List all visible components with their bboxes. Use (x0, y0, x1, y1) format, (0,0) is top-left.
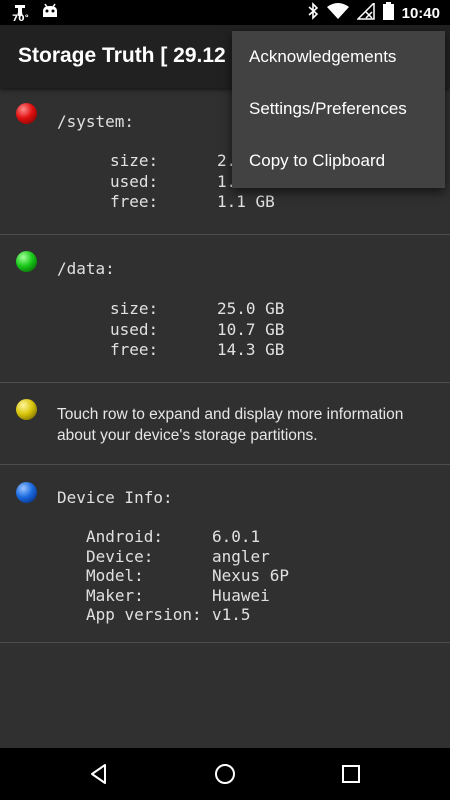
back-icon[interactable] (87, 762, 111, 786)
red-ball-icon (16, 103, 37, 124)
info-app-version: App version: v1.5 (86, 605, 251, 624)
row-title: Device Info: (57, 488, 173, 507)
bluetooth-icon (307, 2, 319, 25)
temperature-label: 70° (12, 13, 30, 24)
recents-icon[interactable] (339, 762, 363, 786)
row-device-info[interactable]: Device Info: Android: 6.0.1 Device: angl… (0, 465, 450, 643)
android-icon (42, 3, 58, 24)
thermometer-icon: 70° (12, 4, 30, 24)
hint-text: Touch row to expand and display more inf… (57, 406, 404, 444)
home-icon[interactable] (213, 762, 237, 786)
menu-item-settings[interactable]: Settings/Preferences (232, 83, 445, 135)
wifi-icon (326, 2, 349, 25)
yellow-ball-icon (16, 399, 37, 420)
menu-item-acknowledgements[interactable]: Acknowledgements (232, 31, 445, 83)
battery-icon (382, 2, 394, 25)
menu-item-copy-to-clipboard[interactable]: Copy to Clipboard (232, 135, 445, 187)
stat-used: used: 10.7 GB (110, 319, 285, 339)
navigation-bar (0, 748, 450, 800)
row-hint[interactable]: Touch row to expand and display more inf… (0, 383, 450, 465)
stat-free: free: 1.1 GB (110, 192, 275, 211)
info-maker: Maker: Huawei (86, 585, 270, 605)
device-info-block: Android: 6.0.1 Device: angler Model: Nex… (86, 527, 289, 625)
row-title: /data: (57, 259, 115, 278)
green-ball-icon (16, 251, 37, 272)
info-model: Model: Nexus 6P (86, 566, 290, 585)
overflow-menu: Acknowledgements Settings/Preferences Co… (232, 31, 445, 188)
status-time: 10:40 (401, 5, 440, 22)
stat-size: size: 25.0 GB (110, 299, 285, 318)
screen: 70° 10:40 Storage Truth [29.12 /system:… (0, 0, 450, 800)
signal-off-icon (355, 0, 375, 25)
info-android: Android: 6.0.1 (86, 527, 261, 546)
row-data[interactable]: /data: size: 25.0 GB used: 10.7 GB free:… (0, 235, 450, 383)
blue-ball-icon (16, 482, 37, 503)
row-title: /system: (57, 112, 135, 131)
stat-free: free: 14.3 GB (110, 340, 285, 359)
app-title: Storage Truth [ 29.12 (18, 44, 226, 67)
stats-block: size: 25.0 GB used: 10.7 GB free: 14.3 G… (110, 299, 284, 361)
info-device: Device: angler (86, 546, 270, 566)
status-bar: 70° 10:40 (0, 0, 450, 25)
